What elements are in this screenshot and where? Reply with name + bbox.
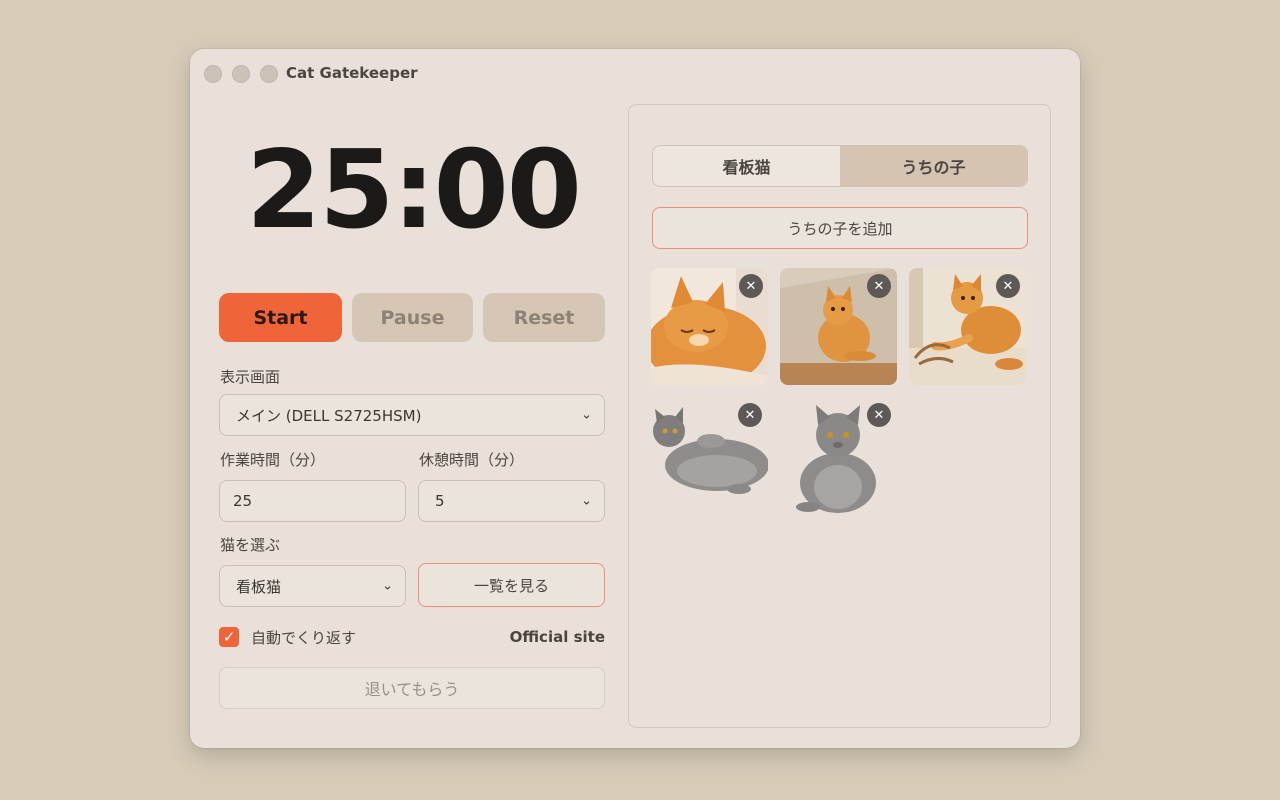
display-label: 表示画面 [220,368,281,386]
close-icon[interactable]: ✕ [996,274,1020,298]
window-controls [204,65,278,83]
leave-button[interactable]: 退いてもらう [219,667,605,709]
check-icon: ✓ [222,628,236,646]
auto-repeat-checkbox[interactable]: ✓ [219,627,239,647]
app-window: Cat Gatekeeper 25:00 Start Pause Reset 表… [190,49,1080,748]
close-icon[interactable]: ✕ [867,274,891,298]
work-time-value: 25 [233,492,253,510]
tab-my-cats[interactable]: うちの子 [840,146,1027,186]
cat-photo[interactable]: ✕ [909,268,1026,385]
break-time-select[interactable]: 5 ⌄ [418,480,605,522]
cat-photo[interactable]: ✕ [651,268,768,385]
close-icon[interactable]: ✕ [867,403,891,427]
timer-display: 25:00 [246,128,582,253]
cat-select-label: 猫を選ぶ [220,536,281,554]
add-my-cat-button[interactable]: うちの子を追加 [652,207,1028,249]
cat-select[interactable]: 看板猫 ⌄ [219,565,406,607]
close-icon[interactable]: ✕ [738,403,762,427]
display-select[interactable]: メイン (DELL S2725HSM) ⌄ [219,394,605,436]
break-time-value: 5 [435,492,445,510]
chevron-down-icon: ⌄ [581,493,592,509]
cat-gallery-panel: 看板猫 うちの子 うちの子を追加 ✕ ✕ ✕ ✕ ✕ [628,104,1051,728]
display-select-value: メイン (DELL S2725HSM) [236,406,422,425]
view-list-button[interactable]: 一覧を見る [418,563,605,607]
cat-photo[interactable]: ✕ [780,268,897,385]
zoom-window-button[interactable] [260,65,278,83]
break-time-label: 休憩時間（分） [419,451,525,469]
auto-repeat-label: 自動でくり返す [251,629,357,647]
gallery-tabs: 看板猫 うちの子 [652,145,1028,187]
official-site-link[interactable]: Official site [490,628,605,646]
close-window-button[interactable] [204,65,222,83]
start-button[interactable]: Start [219,293,342,342]
minimize-window-button[interactable] [232,65,250,83]
chevron-down-icon: ⌄ [581,407,592,423]
tab-signboard-cat[interactable]: 看板猫 [653,146,840,186]
cat-photo[interactable]: ✕ [780,397,897,514]
reset-button[interactable]: Reset [483,293,605,342]
close-icon[interactable]: ✕ [739,274,763,298]
cat-photo[interactable]: ✕ [651,397,768,514]
window-title: Cat Gatekeeper [286,64,418,82]
work-time-label: 作業時間（分） [220,451,326,469]
work-time-input[interactable]: 25 [219,480,406,522]
cat-select-value: 看板猫 [236,577,282,596]
chevron-down-icon: ⌄ [382,578,393,594]
pause-button[interactable]: Pause [352,293,473,342]
